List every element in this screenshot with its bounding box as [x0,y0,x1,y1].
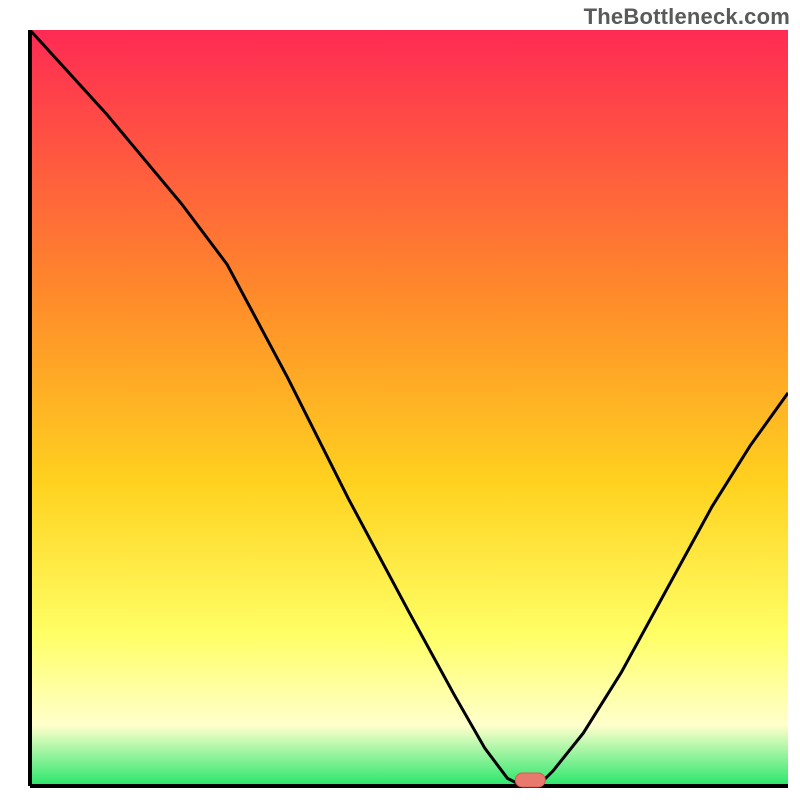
chart-frame: TheBottleneck.com [0,0,800,800]
gradient-background [30,30,788,786]
optimum-marker [515,773,545,787]
bottleneck-chart [0,0,800,800]
